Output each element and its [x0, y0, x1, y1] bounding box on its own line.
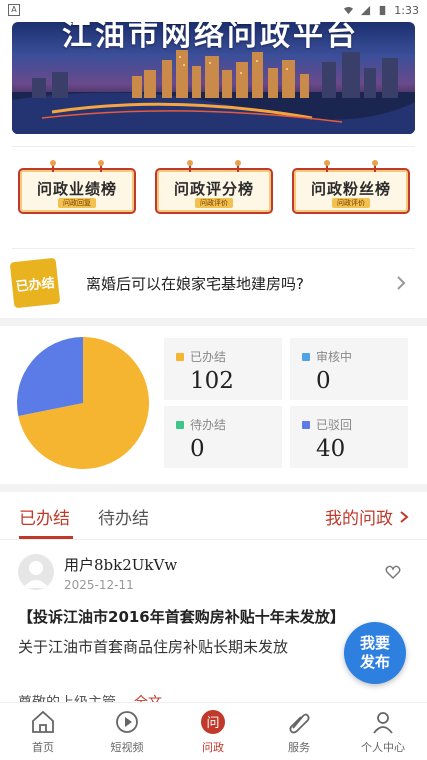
- board-label: 问政业绩榜: [36, 180, 117, 198]
- stat-label-text: 已办结: [190, 350, 227, 364]
- stat-color-dot: [302, 420, 310, 429]
- stat-label: 已办结: [176, 348, 226, 365]
- nav-short-video[interactable]: 短视频: [92, 709, 162, 759]
- board-pin: [187, 160, 193, 172]
- stat-value: 40: [316, 436, 346, 462]
- board-tag: 问政评价: [332, 198, 370, 208]
- wifi-icon: [344, 6, 354, 14]
- rating-board-button[interactable]: 问政评分榜 问政评价: [155, 160, 273, 214]
- notification-a-icon: A: [8, 4, 20, 16]
- stat-value: 0: [316, 368, 331, 394]
- fans-board-button[interactable]: 问政粉丝榜 问政评价: [292, 160, 410, 214]
- my-questions-label: 我的问政: [325, 509, 393, 529]
- nav-ask[interactable]: 问 问政: [178, 709, 248, 759]
- tab-resolved[interactable]: 已办结: [19, 504, 70, 529]
- my-questions-link[interactable]: 我的问政: [325, 504, 409, 529]
- section-gap: [0, 484, 427, 492]
- stat-card-rejected[interactable]: 已驳回 40: [290, 406, 408, 468]
- pie-slice-3: [17, 337, 83, 417]
- section-gap: [0, 318, 427, 326]
- publish-label-line1: 我要: [359, 634, 390, 652]
- performance-board-button[interactable]: 问政业绩榜 问政回复: [18, 160, 136, 214]
- service-icon: [289, 713, 310, 734]
- chevron-right-icon: [400, 510, 409, 523]
- nav-profile[interactable]: 个人中心: [348, 709, 418, 759]
- nav-label: 首页: [32, 741, 54, 754]
- resolved-notice-row[interactable]: 已办结 离婚后可以在娘家宅基地建房吗?: [9, 256, 415, 310]
- resolved-badge-icon: 已办结: [9, 257, 61, 309]
- stat-color-dot: [176, 352, 184, 361]
- board-pin: [98, 160, 104, 172]
- status-icons: 1:33: [343, 4, 419, 17]
- stat-label-text: 待办结: [190, 418, 227, 432]
- board-tag: 问政回复: [58, 198, 96, 208]
- rank-boards: 问政业绩榜 问政回复 问政评分榜 问政评价 问政粉丝榜 问政评价: [0, 160, 427, 220]
- board-label: 问政粉丝榜: [310, 180, 391, 198]
- heart-icon[interactable]: [385, 564, 401, 580]
- banner-title: 江油市网络问政平台: [62, 22, 359, 53]
- board-pin: [324, 160, 330, 172]
- post-body: 关于江油市首套商品住房补贴长期未发放: [18, 638, 289, 656]
- board-pin: [50, 160, 56, 172]
- list-tabs: 已办结 待办结 我的问政: [0, 492, 427, 540]
- stat-label-text: 已驳回: [316, 418, 353, 432]
- stat-card-resolved[interactable]: 已办结 102: [164, 338, 282, 400]
- chevron-right-icon: [397, 276, 406, 290]
- publish-button[interactable]: 我要 发布: [344, 622, 406, 684]
- stat-label: 已驳回: [302, 416, 352, 433]
- notice-text: 离婚后可以在娘家宅基地建房吗?: [86, 274, 304, 293]
- post-date: 2025-12-11: [64, 578, 134, 592]
- user-icon: [373, 712, 393, 734]
- bottom-nav: 首页 短视频 问 问政 服务 个人中心: [0, 702, 427, 760]
- stat-label: 待办结: [176, 416, 226, 433]
- board-label: 问政评分榜: [173, 180, 254, 198]
- stat-value: 102: [190, 368, 234, 394]
- divider: [12, 146, 415, 147]
- stat-card-reviewing[interactable]: 审核中 0: [290, 338, 408, 400]
- stat-value: 0: [190, 436, 205, 462]
- board-pin: [235, 160, 241, 172]
- app-screen: A 1:33 江油市网络问政平台 问政业绩榜 问政回复 问政评分榜 问政评价 问…: [0, 0, 427, 760]
- stat-card-pending[interactable]: 待办结 0: [164, 406, 282, 468]
- nav-label: 短视频: [110, 741, 144, 754]
- status-pie-chart: [17, 337, 149, 469]
- nav-label: 问政: [202, 741, 224, 754]
- nav-label: 服务: [288, 741, 310, 754]
- active-tab-indicator: [19, 536, 73, 539]
- status-bar: A 1:33: [0, 0, 427, 20]
- board-tag: 问政评价: [195, 198, 233, 208]
- signal-icon: [361, 5, 371, 15]
- ask-icon: 问: [201, 710, 225, 734]
- default-avatar-icon: [23, 561, 49, 588]
- post-title: 【投诉江油市2016年首套购房补贴十年未发放】: [18, 608, 345, 626]
- battery-icon: [380, 5, 386, 15]
- stat-label-text: 审核中: [316, 350, 353, 364]
- publish-label-line2: 发布: [359, 653, 390, 671]
- tab-pending[interactable]: 待办结: [98, 504, 149, 529]
- post-username: 用户8bk2UkVw: [64, 556, 178, 574]
- board-pin: [372, 160, 378, 172]
- avatar[interactable]: [18, 554, 54, 590]
- stat-color-dot: [176, 420, 184, 429]
- home-icon: [32, 710, 54, 733]
- nav-label: 个人中心: [361, 741, 405, 754]
- hero-banner[interactable]: 江油市网络问政平台: [12, 22, 415, 134]
- play-icon: [116, 711, 138, 733]
- svg-text:问: 问: [206, 716, 219, 731]
- nav-service[interactable]: 服务: [264, 709, 334, 759]
- stat-color-dot: [302, 352, 310, 361]
- status-time: 1:33: [394, 3, 419, 17]
- divider: [12, 248, 415, 249]
- nav-home[interactable]: 首页: [8, 709, 78, 759]
- stat-label: 审核中: [302, 348, 352, 365]
